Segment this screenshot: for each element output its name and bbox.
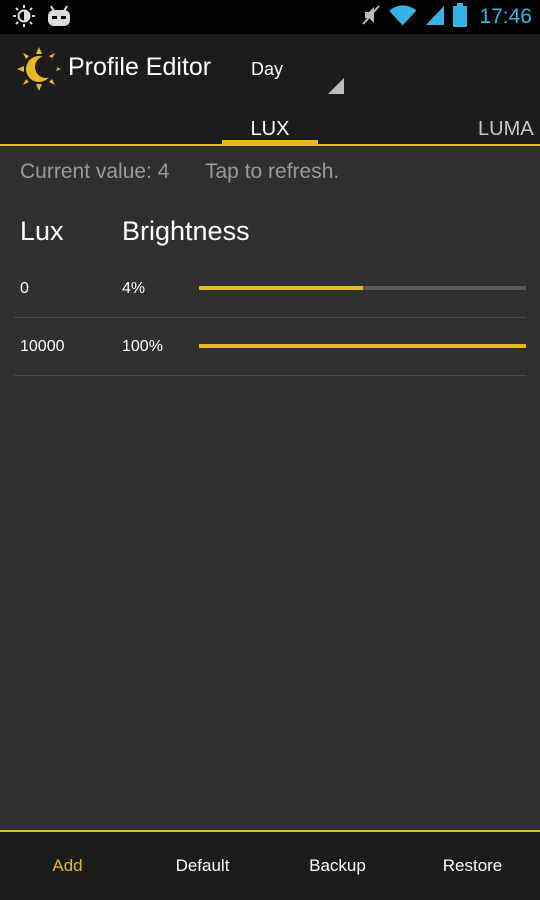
battery-icon xyxy=(453,3,468,31)
action-bar: Profile Editor Day xyxy=(0,34,540,102)
restore-button[interactable]: Restore xyxy=(405,832,540,900)
status-bar: 17:46 xyxy=(0,0,540,34)
profile-dropdown[interactable]: Day xyxy=(250,34,346,102)
bottom-action-bar: Add Default Backup Restore xyxy=(0,830,540,900)
tab-strip: LUX LUMA xyxy=(0,102,540,146)
row-brightness-value: 100% xyxy=(122,338,163,355)
tab-luma[interactable]: LUMA xyxy=(478,118,534,141)
dropdown-corner-icon xyxy=(328,78,344,94)
lux-column-header: Lux xyxy=(20,216,64,246)
wifi-icon xyxy=(389,4,417,30)
table-row[interactable]: 0 4% xyxy=(14,260,526,318)
row-lux-value: 0 xyxy=(20,280,29,297)
tab-lux[interactable]: LUX xyxy=(222,118,318,141)
brightness-slider-fill xyxy=(199,286,363,290)
brightness-slider[interactable] xyxy=(199,344,526,348)
signal-icon xyxy=(425,4,445,30)
android-robot-icon xyxy=(46,4,72,32)
table-row[interactable]: 10000 100% xyxy=(14,318,526,376)
brightness-slider[interactable] xyxy=(199,286,526,290)
profile-value: Day xyxy=(251,59,284,79)
row-lux-value: 10000 xyxy=(20,338,65,355)
tab-selected-indicator xyxy=(222,140,318,144)
row-brightness-value: 4% xyxy=(122,280,146,297)
default-button[interactable]: Default xyxy=(135,832,270,900)
brightness-slider-fill xyxy=(199,344,526,348)
add-button[interactable]: Add xyxy=(0,832,135,900)
app-title: Profile Editor xyxy=(68,53,212,81)
no-sound-icon xyxy=(361,4,381,30)
brightness-icon xyxy=(12,4,36,32)
tap-to-refresh-text[interactable]: Tap to refresh. xyxy=(205,160,339,184)
brightness-column-header: Brightness xyxy=(122,216,250,246)
clock: 17:46 xyxy=(479,5,532,28)
sun-moon-icon[interactable] xyxy=(16,46,62,96)
backup-button[interactable]: Backup xyxy=(270,832,405,900)
current-value-text[interactable]: Current value: 4 xyxy=(20,160,169,184)
